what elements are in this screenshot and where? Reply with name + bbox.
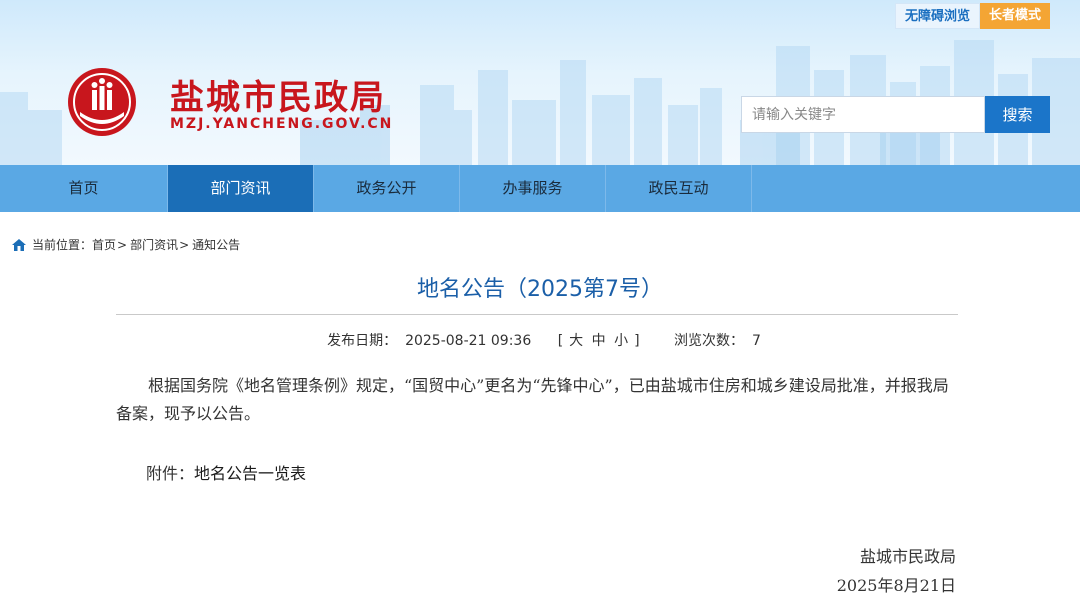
signature: 盐城市民政局 xyxy=(859,547,956,566)
publish-date-label: 发布日期： xyxy=(327,333,398,349)
nav-item-government-affairs[interactable]: 政务公开 xyxy=(314,165,460,212)
breadcrumb-separator: > xyxy=(117,237,128,252)
breadcrumb-separator: > xyxy=(179,237,190,252)
attachment-label: 附件： xyxy=(146,464,195,483)
nav-item-services[interactable]: 办事服务 xyxy=(460,165,606,212)
search-button[interactable]: 搜索 xyxy=(985,96,1050,133)
search-box: 搜索 xyxy=(741,96,1050,133)
signature-date: 2025年8月21日 xyxy=(836,576,956,595)
elder-mode-button[interactable]: 长者模式 xyxy=(979,3,1050,29)
size-bracket-open: [ xyxy=(557,333,564,349)
civil-affairs-logo[interactable] xyxy=(66,66,138,138)
breadcrumb-prefix: 当前位置： xyxy=(32,238,93,252)
breadcrumb-home[interactable]: 首页 xyxy=(92,236,116,253)
site-domain: MZJ.YANCHENG.GOV.CN xyxy=(170,116,394,132)
size-bracket-close: ] xyxy=(634,333,640,349)
site-title: 盐城市民政局 xyxy=(170,78,386,118)
breadcrumb: 当前位置： 首页 > 部门资讯 > 通知公告 xyxy=(12,236,240,253)
views-label: 浏览次数： xyxy=(674,333,744,349)
top-links: 无障碍浏览 长者模式 xyxy=(894,3,1050,29)
header-banner: 无障碍浏览 长者模式 盐城市民政局 MZJ.YANCHENG.GOV.CN 搜索 xyxy=(0,0,1080,165)
font-size-controls: [ 大 中 小] xyxy=(558,333,644,349)
home-icon xyxy=(12,238,26,251)
accessibility-button[interactable]: 无障碍浏览 xyxy=(894,3,980,29)
search-input[interactable] xyxy=(741,96,985,133)
article-title: 地名公告（2025第7号） xyxy=(417,277,663,302)
nav-item-interaction[interactable]: 政民互动 xyxy=(606,165,752,212)
publish-date: 2025-08-21 09:36 xyxy=(405,333,532,349)
attachment: 附件：地名公告一览表 xyxy=(146,460,306,484)
title-divider xyxy=(116,314,958,315)
breadcrumb-department-news[interactable]: 部门资讯 xyxy=(130,236,178,253)
nav-item-department-news[interactable]: 部门资讯 xyxy=(168,165,314,212)
article-meta: 发布日期： 2025-08-21 09:36 [ 大 中 小] 浏览次数： 7 xyxy=(0,330,1080,350)
font-size-medium-button[interactable]: 中 xyxy=(592,333,606,349)
article-body: 根据国务院《地名管理条例》规定，“国贸中心”更名为“先锋中心”，已由盐城市住房和… xyxy=(116,376,949,423)
main-nav: 首页 部门资讯 政务公开 办事服务 政民互动 xyxy=(0,165,1080,212)
breadcrumb-notices[interactable]: 通知公告 xyxy=(192,236,240,253)
views-count: 7 xyxy=(752,333,761,349)
attachment-link[interactable]: 地名公告一览表 xyxy=(194,464,306,483)
nav-item-home[interactable]: 首页 xyxy=(0,165,168,212)
font-size-large-button[interactable]: 大 xyxy=(569,333,583,349)
font-size-small-button[interactable]: 小 xyxy=(614,333,628,349)
